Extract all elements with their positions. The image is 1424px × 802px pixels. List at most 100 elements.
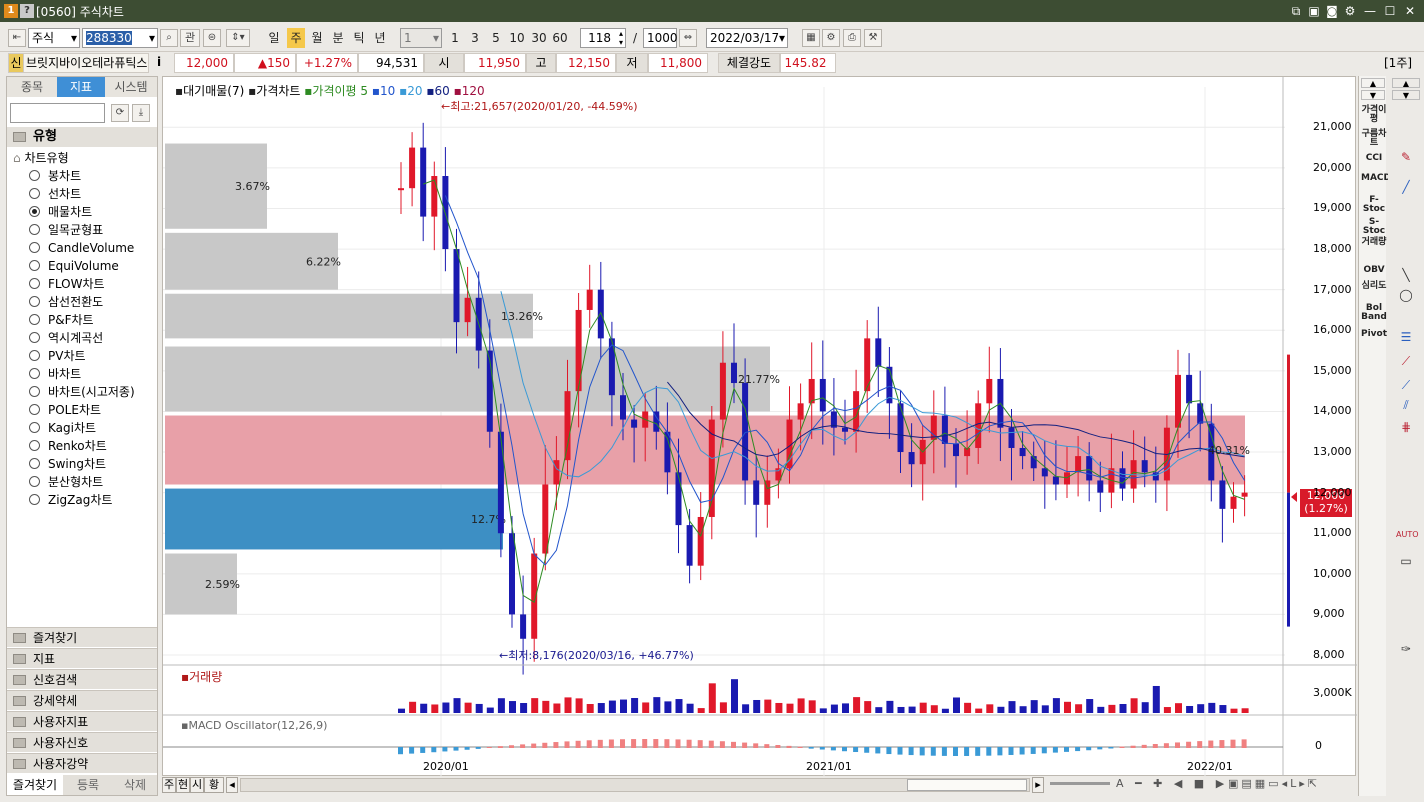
spin-icon[interactable]: ⇕▾ [226, 29, 250, 47]
radio-icon[interactable] [29, 386, 40, 397]
accordion-item[interactable]: 사용자신호 [7, 732, 157, 752]
scroll-left-icon[interactable]: ◂ [226, 777, 238, 793]
market-select[interactable]: 주식 ▾ [28, 28, 80, 48]
grid-icon[interactable]: ⋕ [1396, 420, 1416, 438]
radio-icon[interactable] [29, 404, 40, 415]
period-tick[interactable]: 틱 [350, 28, 368, 48]
line-icon[interactable]: ╲ [1396, 268, 1416, 286]
radio-icon[interactable] [29, 440, 40, 451]
camera-icon[interactable]: ◙ [1324, 3, 1340, 19]
chart-type-item[interactable]: Kagi차트 [29, 419, 96, 437]
tab-indicators[interactable]: 지표 [57, 77, 105, 97]
chart-type-item[interactable]: 역시계곡선 [29, 329, 103, 347]
legend-ma-label[interactable]: 가격이평 [312, 84, 356, 98]
legend-price-chart[interactable]: 가격차트 [256, 84, 300, 98]
code-input[interactable]: 288330 ▾ [82, 28, 158, 48]
chart-type-item[interactable]: 선차트 [29, 185, 81, 203]
first-icon[interactable]: ⇤ [8, 29, 26, 47]
radio-icon[interactable] [29, 368, 40, 379]
scroll-down-icon[interactable]: ▼ [1361, 90, 1385, 100]
chart-type-item[interactable]: 분산형차트 [29, 473, 103, 491]
wrench-icon[interactable]: ✑ [1396, 642, 1416, 660]
legend-volume-profile[interactable]: 대기매물(7) [183, 84, 244, 98]
chart-type-item[interactable]: EquiVolume [29, 257, 119, 275]
tools-icon[interactable]: ⚒ [864, 29, 882, 47]
period-month[interactable]: 월 [308, 28, 326, 48]
interval-30[interactable]: 30 [529, 28, 549, 48]
bottom-btn-hyeon[interactable]: 현 [176, 777, 190, 793]
chart-type-item[interactable]: PV차트 [29, 347, 86, 365]
period-year[interactable]: 년 [371, 28, 389, 48]
refresh-icon[interactable]: ⟳ [111, 104, 129, 122]
print-icon[interactable]: ⎙ [843, 29, 861, 47]
indicator-nav-item[interactable]: Bol Band [1361, 304, 1387, 322]
zoom-slider[interactable] [1050, 782, 1110, 785]
interval-60[interactable]: 60 [550, 28, 570, 48]
link-toggle-icon[interactable]: ⊜ [203, 29, 221, 47]
stock-name[interactable]: 브릿지바이오테라퓨틱스 [23, 53, 149, 73]
interval-5[interactable]: 5 [488, 28, 504, 48]
accordion-item[interactable]: 사용자지표 [7, 711, 157, 731]
indicator-nav-item[interactable]: S-Stoc [1361, 218, 1387, 236]
link-icon[interactable]: ⧉ [1288, 3, 1304, 19]
chart-type-item[interactable]: 바차트 [29, 365, 81, 383]
chart-type-item[interactable]: 삼선전환도 [29, 293, 103, 311]
scroll-up-icon[interactable]: ▲ [1361, 78, 1385, 88]
download-icon[interactable]: ⤓ [132, 104, 150, 122]
accordion-item[interactable]: 즐겨찾기 [7, 627, 157, 647]
chart-type-item[interactable]: Renko차트 [29, 437, 107, 455]
indicator-nav-item[interactable]: Pivot [1361, 330, 1387, 339]
radio-icon[interactable] [29, 278, 40, 289]
indicator-nav-item[interactable]: F-Stoc [1361, 196, 1387, 214]
chart-type-item[interactable]: 일목균형표 [29, 221, 103, 239]
tab-favorites[interactable]: 즐겨찾기 [7, 775, 63, 795]
tab-stocks[interactable]: 종목 [7, 77, 57, 97]
type-header[interactable]: 유형 [7, 127, 157, 147]
period-week[interactable]: 주 [287, 28, 305, 48]
channel-icon[interactable]: ⫽ [1396, 398, 1416, 416]
info-button[interactable]: i [152, 53, 166, 73]
app-icon[interactable]: 1 [4, 4, 18, 18]
bottom-btn-ju[interactable]: 주 [162, 777, 176, 793]
settings-icon[interactable]: ⚙ [1342, 3, 1358, 19]
bottom-btn-hwang[interactable]: 황 [204, 777, 224, 793]
count-input[interactable]: 118 ▴ ▾ [580, 28, 626, 48]
indicator-nav-item[interactable]: 구름차트 [1361, 130, 1387, 148]
accordion-item[interactable]: 사용자강약 [7, 753, 157, 773]
interval-select[interactable]: 1 ▾ [400, 28, 442, 48]
circle-icon[interactable]: ◯ [1396, 288, 1416, 306]
table-icon[interactable]: ▦ [802, 29, 820, 47]
window-icon[interactable]: ▭ [1396, 554, 1416, 572]
radio-icon[interactable] [29, 224, 40, 235]
radio-icon[interactable] [29, 476, 40, 487]
interval-1[interactable]: 1 [447, 28, 463, 48]
zoom-controls[interactable]: A ━ ✚ ◀ ■ ▶ [1116, 777, 1228, 790]
trend-icon[interactable]: ☰ [1396, 330, 1416, 348]
indicator-nav-item[interactable]: 가격이평 [1361, 106, 1387, 124]
chart-type-item[interactable]: ZigZag차트 [29, 491, 112, 509]
scroll-right-icon[interactable]: ▸ [1032, 777, 1044, 793]
chart-type-item[interactable]: 바차트(시고저종) [29, 383, 135, 401]
chart-type-item[interactable]: Swing차트 [29, 455, 106, 473]
indicator-nav-item[interactable]: CCI [1361, 154, 1387, 163]
pen-icon[interactable]: ╱ [1396, 180, 1416, 198]
fan-icon[interactable]: ⟋ [1396, 378, 1416, 396]
bottom-btn-si[interactable]: 시 [190, 777, 204, 793]
radio-icon[interactable] [29, 494, 40, 505]
chart-svg[interactable]: 3.67%6.22%13.26%21.77%12.7%2.59% [163, 77, 1357, 777]
chart-area[interactable]: 3.67% 6.22% 13.26% 21.77% 12.7% 2.59% ▪대기매물(7… [162, 76, 1357, 777]
chart-type-item[interactable]: P&F차트 [29, 311, 94, 329]
indicator-nav-item[interactable]: OBV [1361, 266, 1387, 275]
delete-button[interactable]: 삭제 [113, 775, 157, 795]
chart-type-item[interactable]: POLE차트 [29, 401, 101, 419]
gwan-button[interactable]: 관 [180, 29, 200, 47]
interval-3[interactable]: 3 [467, 28, 483, 48]
radio-icon[interactable] [29, 314, 40, 325]
radio-icon[interactable] [29, 422, 40, 433]
radio-icon[interactable] [29, 170, 40, 181]
period-minute[interactable]: 분 [329, 28, 347, 48]
radio-icon[interactable] [29, 260, 40, 271]
total-input[interactable]: 1000 [643, 28, 678, 48]
maximize-button[interactable]: ☐ [1382, 3, 1398, 19]
period-day[interactable]: 일 [265, 28, 283, 48]
